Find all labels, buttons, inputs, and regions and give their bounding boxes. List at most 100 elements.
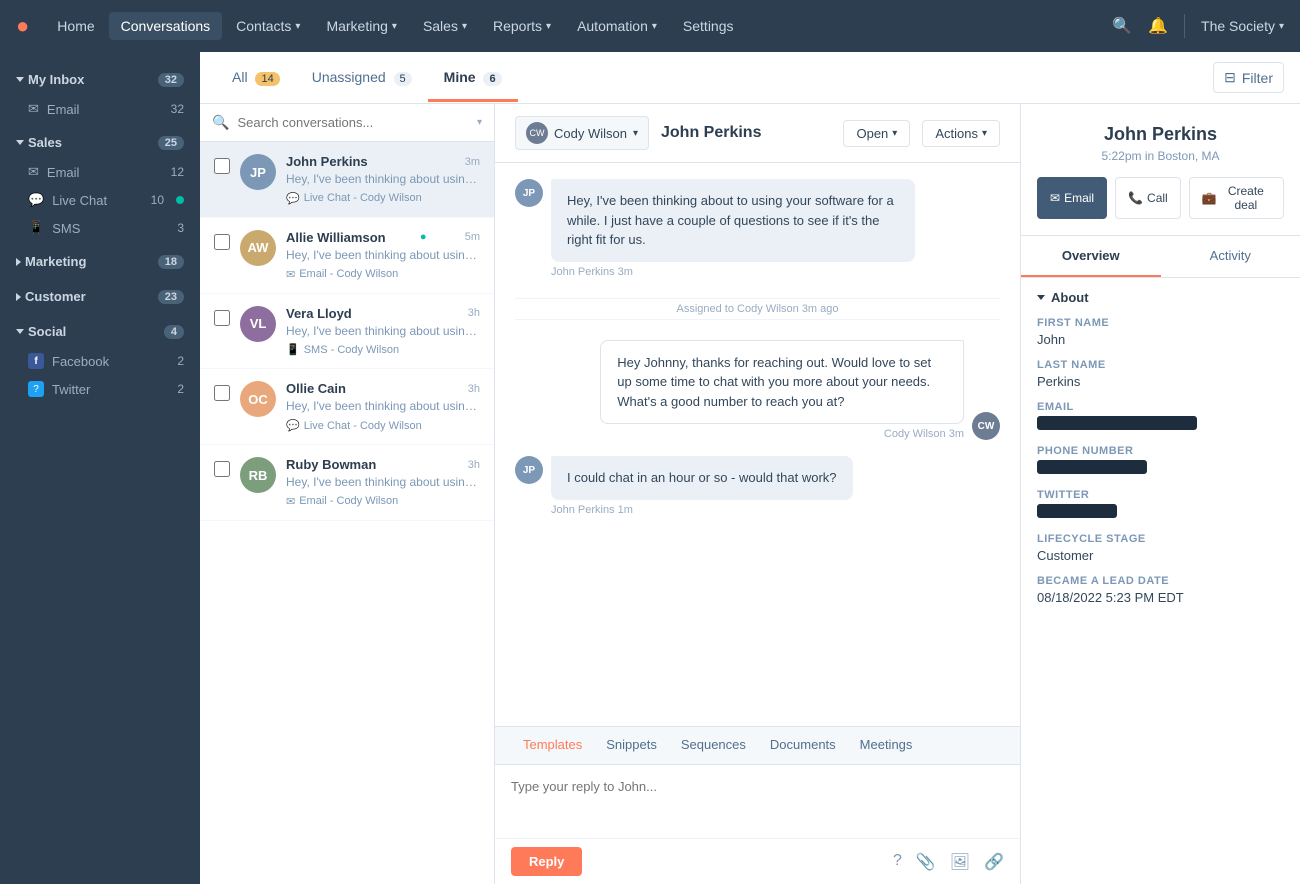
conv-body: Ruby Bowman 3h Hey, I've been thinking a… [286,457,480,508]
nav-items: Home Conversations Contacts ▾ Marketing … [45,12,1112,40]
filter-button[interactable]: ⊟ Filter [1213,62,1284,93]
nav-home[interactable]: Home [45,12,106,40]
about-header[interactable]: About [1037,290,1284,305]
avatar-john-perkins: JP [240,154,276,190]
search-bar: 🔍 ▾ [200,104,494,142]
tabs-bar: All 14 Unassigned 5 Mine 6 ⊟ Filter [200,52,1300,104]
tab-unassigned[interactable]: Unassigned 5 [296,55,428,102]
msg-avatar-john: JP [515,179,543,207]
help-icon[interactable]: ? [893,852,902,872]
conv-body: Ollie Cain 3h Hey, I've been thinking ab… [286,381,480,432]
create-deal-button[interactable]: 💼 Create deal [1189,177,1284,219]
sidebar-section-customer: Customer 23 [0,281,200,312]
org-selector[interactable]: The Society ▾ [1201,18,1284,34]
conv-body: Allie Williamson ● 5m Hey, I've been thi… [286,230,480,281]
avatar-ollie-cain: OC [240,381,276,417]
email-contact-button[interactable]: ✉ Email [1037,177,1107,219]
call-contact-button[interactable]: 📞 Call [1115,177,1181,219]
conv-item-vera-lloyd[interactable]: VL Vera Lloyd 3h Hey, I've been thinking… [200,294,494,370]
status-button[interactable]: Open ▾ [843,120,910,147]
nav-settings[interactable]: Settings [671,12,746,40]
chat-area: CW Cody Wilson ▾ John Perkins Open ▾ Act… [495,104,1020,884]
reply-tab-templates[interactable]: Templates [511,727,594,764]
conv-channel-tag: ✉ Email - Cody Wilson [286,268,480,281]
sidebar-social-header[interactable]: Social 4 [0,316,200,347]
sidebar-item-facebook[interactable]: f Facebook 2 [0,347,200,375]
msg-avatar-john2: JP [515,456,543,484]
sidebar-item-sales-sms[interactable]: 📱 SMS 3 [0,214,200,242]
conv-checkbox[interactable] [214,234,230,250]
search-input[interactable] [237,115,469,130]
sidebar-item-twitter[interactable]: ? Twitter 2 [0,375,200,403]
conv-channel-tag: ✉ Email - Cody Wilson [286,495,480,508]
reply-tab-sequences[interactable]: Sequences [669,727,758,764]
sidebar-item-email-inbox[interactable]: ✉ Email 32 [0,95,200,123]
avatar-vera-lloyd: VL [240,306,276,342]
top-nav: ● Home Conversations Contacts ▾ Marketin… [0,0,1300,52]
sidebar-section-myinbox: My Inbox 32 ✉ Email 32 [0,64,200,123]
conv-checkbox[interactable] [214,461,230,477]
reply-textarea[interactable] [495,765,1020,835]
conv-item-john-perkins[interactable]: JP John Perkins 3m Hey, I've been thinki… [200,142,494,218]
msg-meta: John Perkins 1m [551,504,853,516]
about-section: About First name John Last Name Perkins … [1021,278,1300,629]
field-lifecycle: Lifecycle Stage Customer [1037,533,1284,563]
field-twitter: Twitter [1037,489,1284,521]
sidebar-marketing-header[interactable]: Marketing 18 [0,246,200,277]
sidebar-myinbox-header[interactable]: My Inbox 32 [0,64,200,95]
twitter-icon: ? [28,381,44,397]
email-icon: ✉ [286,495,295,508]
search-icon[interactable]: 🔍 [1112,16,1132,36]
email-icon: ✉ [1050,191,1060,205]
conv-item-ollie-cain[interactable]: OC Ollie Cain 3h Hey, I've been thinking… [200,369,494,445]
panel-tab-activity[interactable]: Activity [1161,236,1300,277]
conv-item-allie-williamson[interactable]: AW Allie Williamson ● 5m Hey, I've been … [200,218,494,294]
conv-checkbox[interactable] [214,385,230,401]
conv-checkbox[interactable] [214,158,230,174]
link-icon[interactable]: 🔗 [984,852,1004,872]
contact-location: 5:22pm in Boston, MA [1037,149,1284,163]
bell-icon[interactable]: 🔔 [1148,16,1168,36]
msg-content: Hey Johnny, thanks for reaching out. Wou… [600,340,964,441]
reply-button[interactable]: Reply [511,847,582,876]
facebook-icon: f [28,353,44,369]
panel-tab-overview[interactable]: Overview [1021,236,1161,277]
agent-selector[interactable]: CW Cody Wilson ▾ [515,116,649,150]
hubspot-logo: ● [16,13,29,39]
attachment-icon[interactable]: 📎 [916,852,936,872]
sidebar-section-marketing: Marketing 18 [0,246,200,277]
nav-sales[interactable]: Sales ▾ [411,12,479,40]
message-3: JP I could chat in an hour or so - would… [515,456,1000,516]
conv-checkbox[interactable] [214,310,230,326]
nav-automation[interactable]: Automation ▾ [565,12,669,40]
sidebar-sales-header[interactable]: Sales 25 [0,127,200,158]
reply-tab-meetings[interactable]: Meetings [848,727,925,764]
nav-contacts[interactable]: Contacts ▾ [224,12,312,40]
sidebar-item-sales-livechat[interactable]: 💬 Live Chat 10 [0,186,200,214]
conv-body: John Perkins 3m Hey, I've been thinking … [286,154,480,205]
conversation-items: JP John Perkins 3m Hey, I've been thinki… [200,142,494,884]
reply-tab-documents[interactable]: Documents [758,727,848,764]
msg-meta: Cody Wilson 3m [600,428,964,440]
image-icon[interactable]: 🖼 [950,852,970,872]
nav-conversations[interactable]: Conversations [109,12,223,40]
chat-icon: 💬 [28,192,44,208]
actions-button[interactable]: Actions ▾ [922,120,1000,147]
contact-header: John Perkins 5:22pm in Boston, MA ✉ Emai… [1021,104,1300,236]
sidebar-customer-header[interactable]: Customer 23 [0,281,200,312]
nav-marketing[interactable]: Marketing ▾ [314,12,409,40]
reply-box: Templates Snippets Sequences Documents M… [495,726,1020,884]
reply-footer: Reply ? 📎 🖼 🔗 [495,838,1020,884]
messages-area: JP Hey, I've been thinking about to usin… [495,163,1020,726]
sidebar-item-sales-email[interactable]: ✉ Email 12 [0,158,200,186]
system-message: Assigned to Cody Wilson 3m ago [515,298,1000,320]
field-email: Email [1037,401,1284,433]
search-dropdown-icon[interactable]: ▾ [477,117,482,128]
conv-item-ruby-bowman[interactable]: RB Ruby Bowman 3h Hey, I've been thinkin… [200,445,494,521]
nav-reports[interactable]: Reports ▾ [481,12,563,40]
conv-channel-tag: 💬 Live Chat - Cody Wilson [286,192,480,205]
conversations-layout: 🔍 ▾ JP John Perkins 3m [200,104,1300,884]
reply-tab-snippets[interactable]: Snippets [594,727,669,764]
tab-mine[interactable]: Mine 6 [428,55,518,102]
tab-all[interactable]: All 14 [216,55,296,102]
